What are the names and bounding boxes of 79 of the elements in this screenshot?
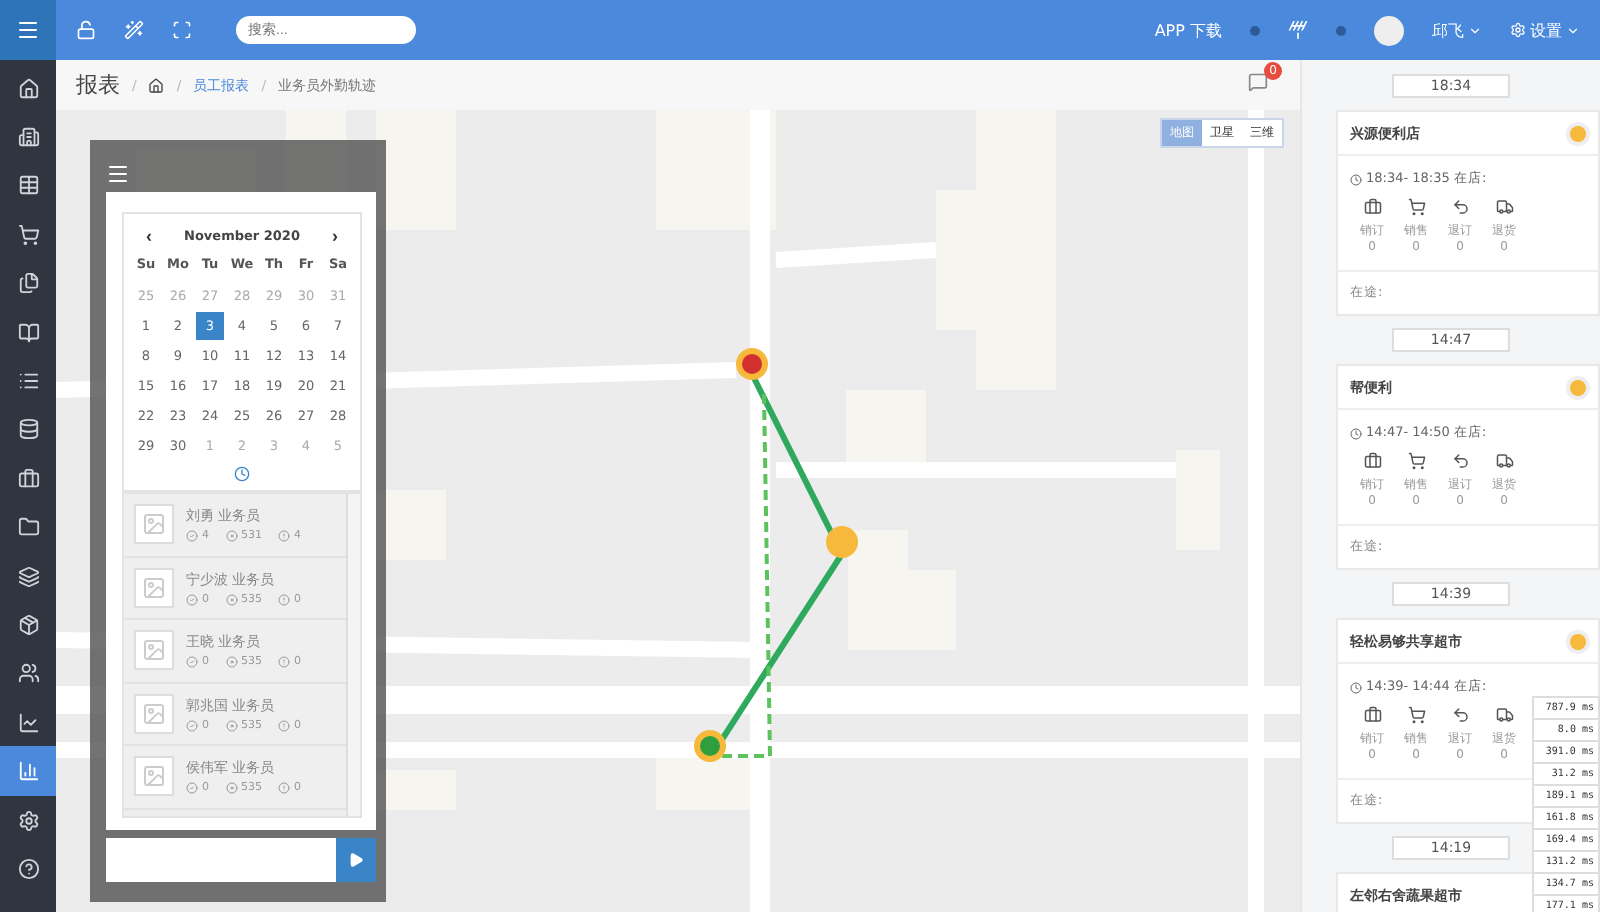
settings-icon [1510, 22, 1526, 38]
image-icon [142, 512, 166, 537]
user-menu[interactable]: 邱飞 [1432, 19, 1482, 41]
disc-icon [225, 719, 237, 732]
avatar [1374, 15, 1404, 45]
cart-icon [1407, 706, 1425, 724]
layers-icon [17, 565, 39, 588]
undo-icon [1451, 198, 1469, 216]
table-icon [17, 174, 39, 197]
image-icon [142, 638, 166, 663]
play-icon [348, 852, 364, 868]
image-icon [142, 575, 166, 600]
briefcase-icon [17, 467, 39, 490]
truck-icon [1495, 452, 1513, 470]
status-dot [1336, 25, 1346, 35]
clock-icon [1350, 681, 1362, 693]
building-icon [17, 126, 39, 149]
caret-icon [1468, 23, 1482, 37]
bar-chart-icon [17, 760, 39, 783]
users-icon [17, 662, 39, 685]
send-button[interactable] [336, 838, 376, 882]
briefcase-icon [1363, 452, 1381, 470]
book-icon [17, 321, 39, 344]
status-dot [1570, 379, 1586, 395]
status-dot [1570, 633, 1586, 649]
disc-icon [225, 782, 237, 795]
image-icon [142, 764, 166, 789]
status-dot [1250, 25, 1260, 35]
alert-icon [278, 530, 290, 543]
undo-icon [1451, 706, 1469, 724]
antenna-icon[interactable] [1288, 20, 1308, 40]
check-icon [186, 593, 198, 606]
disc-icon [225, 530, 237, 543]
line-chart-icon [17, 711, 39, 734]
folder-icon [17, 516, 39, 539]
undo-icon [1451, 452, 1469, 470]
help-icon [17, 857, 39, 880]
caret-icon [1566, 23, 1580, 37]
menu-icon [16, 18, 40, 42]
settings-menu[interactable]: 设置 [1510, 19, 1580, 41]
check-icon [186, 782, 198, 795]
app-download-link[interactable]: APP 下载 [1154, 19, 1222, 41]
check-icon [186, 530, 198, 543]
settings-icon [17, 809, 39, 832]
cart-icon [17, 223, 39, 246]
home-icon [17, 77, 39, 100]
page-title: 报表 [76, 70, 120, 100]
check-icon [186, 719, 198, 732]
check-icon [186, 656, 198, 669]
files-icon [17, 272, 39, 295]
disc-icon [225, 656, 237, 669]
magic-wand-icon[interactable] [124, 20, 144, 40]
alert-icon [278, 719, 290, 732]
clock-icon [1350, 173, 1362, 185]
home-icon[interactable] [148, 77, 165, 93]
briefcase-icon [1363, 198, 1381, 216]
status-dot [1570, 125, 1586, 141]
clock-icon [1350, 427, 1362, 439]
alert-icon [278, 782, 290, 795]
previous-month-button[interactable]: ‹ [146, 226, 152, 246]
next-month-button[interactable]: › [331, 226, 338, 246]
truck-icon [1495, 706, 1513, 724]
message-icon[interactable] [1248, 72, 1268, 92]
database-icon [17, 418, 39, 441]
alert-icon [278, 656, 290, 669]
menu-icon[interactable] [106, 162, 130, 186]
truck-icon [1495, 198, 1513, 216]
menu-button[interactable] [0, 0, 56, 60]
scrollbar[interactable] [346, 494, 360, 816]
clock-icon[interactable] [234, 466, 250, 482]
cart-icon [1407, 198, 1425, 216]
image-icon [142, 701, 166, 726]
box-icon [17, 613, 39, 636]
alert-icon [278, 593, 290, 606]
unlock-icon[interactable] [76, 20, 96, 40]
disc-icon [225, 593, 237, 606]
briefcase-icon [1363, 706, 1381, 724]
cart-icon [1407, 452, 1425, 470]
fullscreen-icon[interactable] [172, 20, 192, 40]
